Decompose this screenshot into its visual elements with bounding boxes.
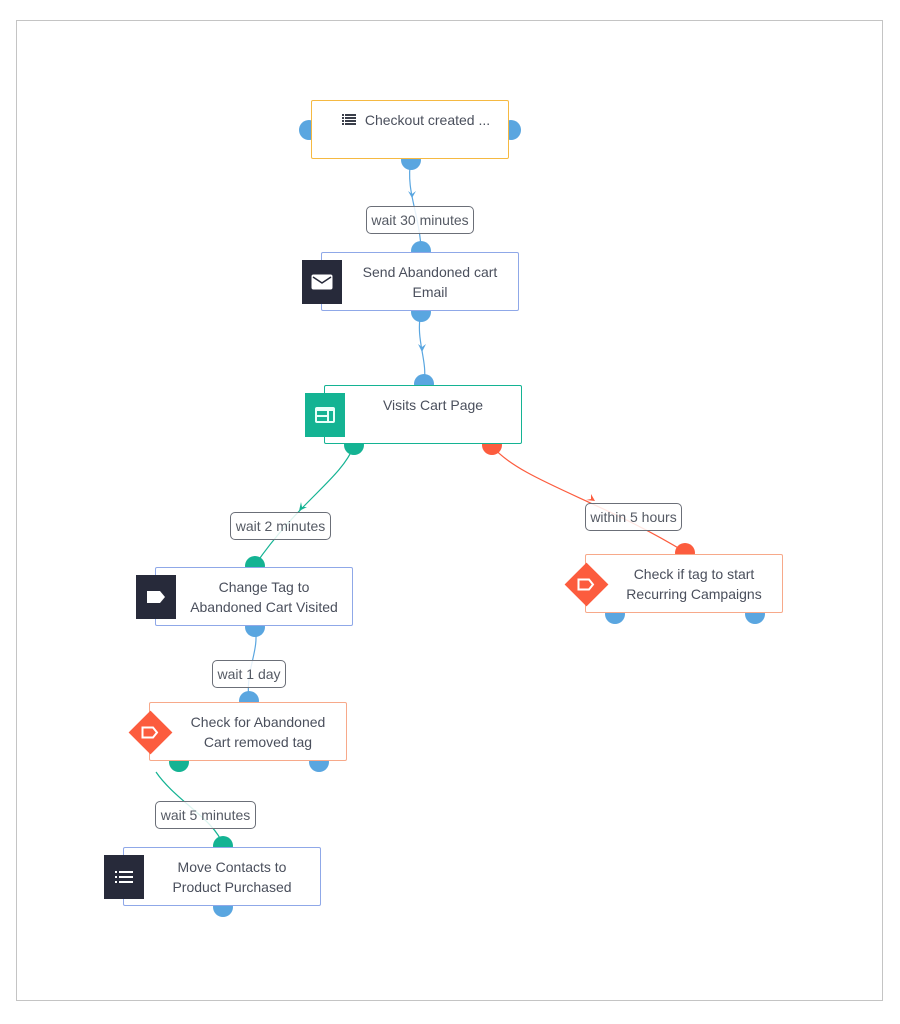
tag-condition-icon (141, 726, 159, 739)
node-send-email[interactable]: Send Abandoned cart Email (321, 252, 519, 311)
node-checkout-created[interactable]: Checkout created ... (311, 100, 509, 159)
node-move-contacts[interactable]: Move Contacts to Product Purchased (123, 847, 321, 906)
edge-visits-changetag (254, 445, 355, 566)
webpage-icon (305, 393, 345, 437)
node-title: Visits Cart Page (382, 397, 484, 413)
list-icon (341, 110, 356, 130)
edge-label-wait-30-minutes[interactable]: wait 30 minutes (366, 206, 474, 234)
list-icon (104, 855, 144, 899)
arrow-icon (586, 494, 595, 501)
node-check-recurring[interactable]: Check if tag to start Recurring Campaign… (585, 554, 783, 613)
node-title: Send Abandoned cart Email (362, 263, 498, 300)
arrow-icon (408, 191, 416, 198)
node-title: Check for Abandoned Cart removed tag (190, 713, 326, 750)
tag-condition-icon (577, 578, 595, 591)
edge-label-wait-1-day[interactable]: wait 1 day (212, 660, 286, 688)
edge-label-within-5-hours[interactable]: within 5 hours (585, 503, 682, 531)
arrow-icon (418, 344, 426, 352)
envelope-icon (302, 260, 342, 304)
edge-visits-recurring (491, 445, 686, 553)
node-title: Checkout created ... (364, 112, 491, 128)
node-visits-cart-page[interactable]: Visits Cart Page (324, 385, 522, 444)
node-change-tag[interactable]: Change Tag to Abandoned Cart Visited (155, 567, 353, 626)
tag-icon (136, 575, 176, 619)
edge-checkout-email (409, 159, 422, 251)
edge-label-wait-5-minutes[interactable]: wait 5 minutes (155, 801, 256, 829)
node-title: Move Contacts to Product Purchased (172, 858, 292, 895)
edge-label-wait-2-minutes[interactable]: wait 2 minutes (230, 512, 331, 540)
node-check-abandoned-removed[interactable]: Check for Abandoned Cart removed tag (149, 702, 347, 761)
node-title: Change Tag to Abandoned Cart Visited (190, 578, 338, 615)
node-title: Check if tag to start Recurring Campaign… (626, 565, 762, 602)
